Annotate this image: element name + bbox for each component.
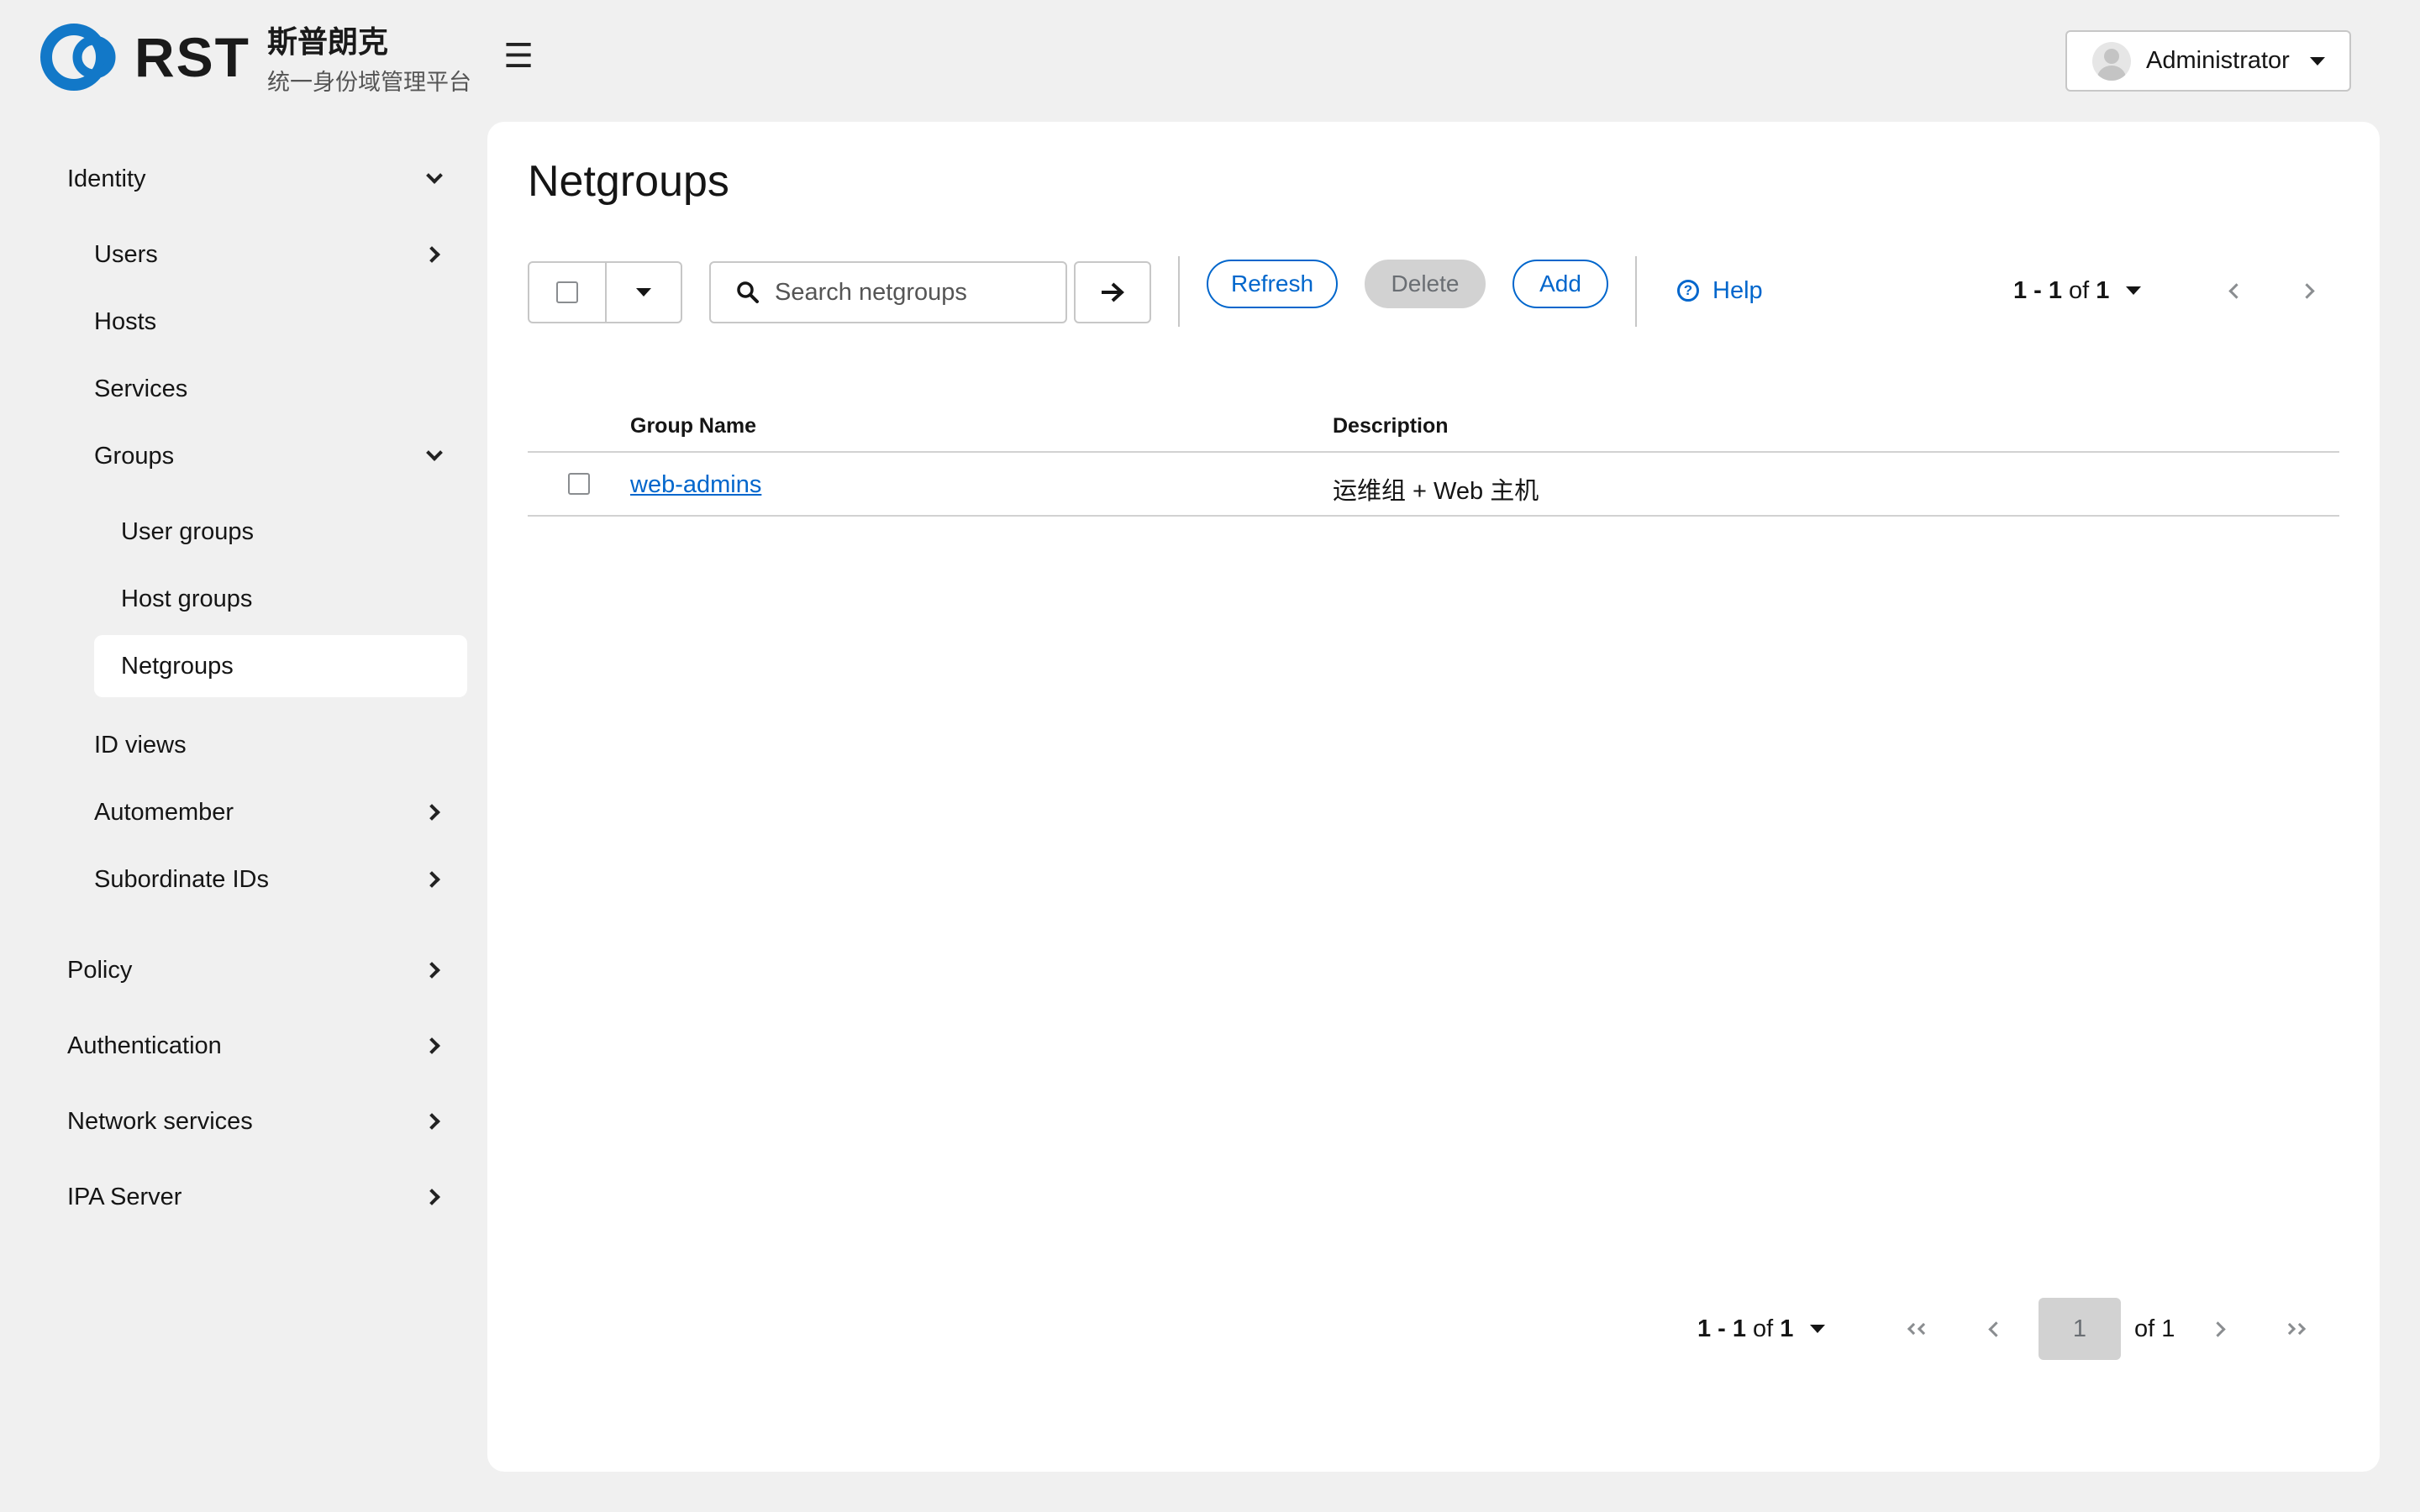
sidebar-item-automember[interactable]: Automember xyxy=(94,781,445,843)
pagination-toggle-bottom[interactable]: 1 - 1 of 1 xyxy=(1697,1298,1826,1360)
sidebar-item-subordinate-ids[interactable]: Subordinate IDs xyxy=(94,848,445,911)
current-page-input[interactable] xyxy=(2039,1298,2121,1360)
user-name: Administrator xyxy=(2146,47,2290,74)
chevron-right-icon xyxy=(424,959,445,981)
sidebar-item-label: Users xyxy=(94,240,158,268)
chevron-right-icon xyxy=(424,1110,445,1132)
checkbox[interactable] xyxy=(556,281,578,303)
sidebar-item-identity[interactable]: Identity xyxy=(67,148,445,210)
sidebar-item-host-groups[interactable]: Host groups xyxy=(94,568,467,630)
sidebar-item-hosts[interactable]: Hosts xyxy=(94,291,445,353)
sidebar-item-label: Identity xyxy=(67,165,146,192)
help-link[interactable]: ? Help xyxy=(1677,270,1763,312)
delete-button[interactable]: Delete xyxy=(1365,260,1486,308)
last-page-icon[interactable] xyxy=(2277,1308,2314,1350)
masthead: RST 斯普朗克 统一身份域管理平台 ☰ Administrator xyxy=(0,0,2420,122)
sidebar-item-label: Policy xyxy=(67,956,133,984)
help-label: Help xyxy=(1712,276,1763,304)
avatar-icon xyxy=(2092,41,2131,81)
table-row: web-admins 运维组 + Web 主机 xyxy=(528,453,2339,517)
group-name-link[interactable]: web-admins xyxy=(630,471,761,499)
sidebar-item-label: Authentication xyxy=(67,1032,222,1059)
group-description: 运维组 + Web 主机 xyxy=(1333,478,1539,505)
chevron-right-icon xyxy=(424,1186,445,1208)
sidebar-item-label: Automember xyxy=(94,798,234,826)
chevron-down-icon xyxy=(424,168,445,190)
sidebar-item-label: Hosts xyxy=(94,307,157,335)
sidebar-item-label: Netgroups xyxy=(121,652,234,680)
sidebar-item-netgroups[interactable]: Netgroups xyxy=(94,635,467,697)
bulk-select xyxy=(528,261,682,323)
brand-name: 斯普朗克 xyxy=(267,24,389,59)
sidebar-item-services[interactable]: Services xyxy=(94,358,445,420)
sidebar-item-label: Host groups xyxy=(121,585,253,612)
bulk-select-checkbox[interactable] xyxy=(529,263,607,322)
previous-page-icon[interactable] xyxy=(2215,270,2252,312)
pagination-range: 1 - 1 xyxy=(2013,276,2063,304)
refresh-button[interactable]: Refresh xyxy=(1207,260,1338,308)
first-page-icon[interactable] xyxy=(1899,1308,1936,1350)
sidebar-item-users[interactable]: Users xyxy=(94,223,445,286)
column-header-description: Description xyxy=(1333,414,1449,438)
sidebar-item-label: Groups xyxy=(94,442,175,470)
sidebar-item-authentication[interactable]: Authentication xyxy=(67,1015,445,1077)
rst-logo-icon xyxy=(40,24,116,91)
caret-down-icon xyxy=(636,288,651,297)
next-page-icon[interactable] xyxy=(2202,1308,2238,1350)
main-panel: Netgroups Refresh Delete Add ? Help 1 - … xyxy=(487,122,2380,1472)
pagination-range: 1 - 1 xyxy=(1697,1315,1747,1342)
chevron-right-icon xyxy=(424,1035,445,1057)
hamburger-icon[interactable]: ☰ xyxy=(501,39,536,74)
pagination-total: 1 xyxy=(1780,1315,1794,1342)
pagination-of: of xyxy=(1753,1315,1774,1342)
sidebar-nav: Identity Users Hosts Services Groups Use… xyxy=(0,122,487,1512)
column-header-group-name[interactable]: Group Name xyxy=(630,414,756,438)
user-dropdown[interactable]: Administrator xyxy=(2065,30,2351,92)
arrow-right-icon xyxy=(1102,282,1124,302)
chevron-right-icon xyxy=(424,244,445,265)
sidebar-item-user-groups[interactable]: User groups xyxy=(94,501,467,563)
sidebar-item-label: IPA Server xyxy=(67,1183,182,1210)
sidebar-item-label: ID views xyxy=(94,731,187,759)
add-button[interactable]: Add xyxy=(1512,260,1608,308)
search-submit-button[interactable] xyxy=(1074,261,1151,323)
sidebar-item-ipa-server[interactable]: IPA Server xyxy=(67,1166,445,1228)
search-input[interactable] xyxy=(775,278,1060,307)
caret-down-icon xyxy=(2126,286,2142,295)
page-title: Netgroups xyxy=(528,157,729,206)
row-checkbox[interactable] xyxy=(568,473,590,495)
chevron-down-icon xyxy=(424,445,445,467)
toolbar-divider xyxy=(1178,256,1180,327)
toolbar-divider xyxy=(1635,256,1637,327)
sidebar-item-network-services[interactable]: Network services xyxy=(67,1090,445,1152)
sidebar-item-label: User groups xyxy=(121,517,254,545)
chevron-right-icon xyxy=(424,869,445,890)
pagination-toggle-top[interactable]: 1 - 1 of 1 xyxy=(2013,270,2142,312)
netgroups-table: Group Name Description web-admins 运维组 + … xyxy=(528,399,2339,517)
help-icon: ? xyxy=(1677,280,1699,302)
bulk-select-toggle[interactable] xyxy=(607,263,681,322)
previous-page-icon[interactable] xyxy=(1975,1308,2012,1350)
pagination-total: 1 xyxy=(2096,276,2110,304)
next-page-icon[interactable] xyxy=(2291,270,2328,312)
sidebar-item-label: Subordinate IDs xyxy=(94,865,269,893)
page-count: of 1 xyxy=(2134,1315,2175,1342)
search-icon xyxy=(737,281,759,303)
sidebar-item-label: Network services xyxy=(67,1107,253,1135)
caret-down-icon xyxy=(1810,1325,1826,1333)
table-header: Group Name Description xyxy=(528,399,2339,453)
logo-text: RST xyxy=(134,26,250,88)
sidebar-item-policy[interactable]: Policy xyxy=(67,939,445,1001)
search-field xyxy=(709,261,1067,323)
brand-subtitle: 统一身份域管理平台 xyxy=(267,70,471,95)
caret-down-icon xyxy=(2309,56,2325,66)
sidebar-item-id-views[interactable]: ID views xyxy=(94,714,445,776)
sidebar-item-groups[interactable]: Groups xyxy=(94,425,445,487)
chevron-right-icon xyxy=(424,801,445,823)
pagination-of: of xyxy=(2069,276,2090,304)
sidebar-item-label: Services xyxy=(94,375,188,402)
